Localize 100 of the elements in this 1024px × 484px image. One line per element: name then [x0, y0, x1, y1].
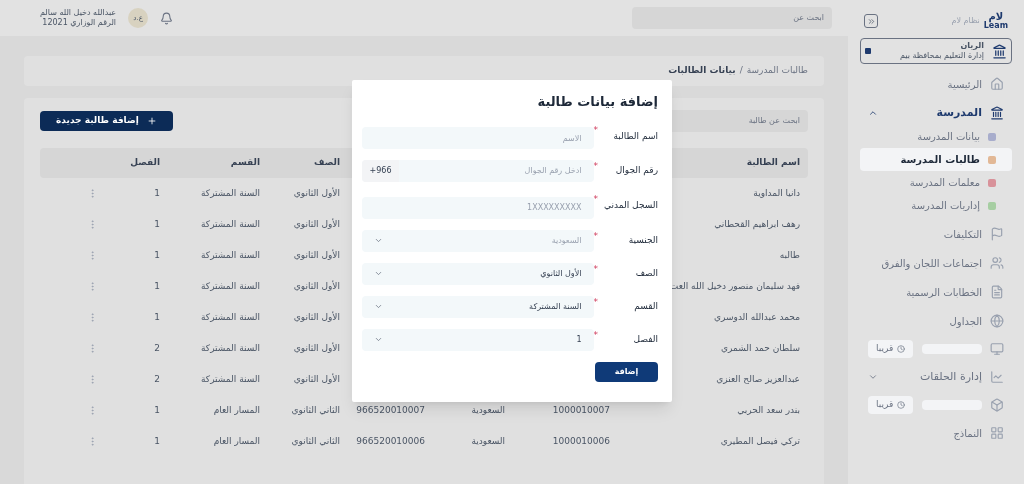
- table-cell: الأول الثانوي: [293, 187, 340, 198]
- search-field[interactable]: ابحث عن: [632, 7, 832, 29]
- column-header: الصف: [313, 157, 340, 168]
- field-label: الجنسية: [627, 233, 658, 247]
- menu-group[interactable]: إدارة الحلقات: [860, 365, 1012, 389]
- table-cell: السنة المشتركة: [201, 373, 260, 384]
- required-mark: *: [593, 262, 598, 276]
- grid-icon: [990, 426, 1004, 440]
- field-label: الفصل: [632, 332, 658, 346]
- table-cell: دانيا المداوية: [753, 187, 800, 198]
- school-name: الريان: [959, 41, 984, 51]
- globe-icon: [990, 314, 1004, 328]
- table-cell: السنة المشتركة: [201, 218, 260, 229]
- chevron-icon: [373, 302, 383, 311]
- select-field[interactable]: 1: [361, 328, 594, 351]
- table-cell: 2: [154, 342, 160, 353]
- table-cell: الثاني الثانوي: [291, 404, 340, 415]
- chevron-icon: [868, 108, 878, 118]
- table-cell: الثاني الثانوي: [291, 435, 340, 446]
- submit-button[interactable]: إضافة: [595, 361, 658, 382]
- chart-icon: [990, 370, 1004, 384]
- breadcrumb-separator: /: [739, 64, 743, 78]
- chevron-icon: [868, 372, 878, 382]
- user-role: الرقم الوزاري 12021: [41, 18, 117, 28]
- table-cell: 2: [154, 373, 160, 384]
- monitor-icon: [990, 342, 1004, 356]
- menu-item[interactable]: الخطابات الرسمية: [860, 280, 1012, 304]
- input-field[interactable]: الاسم: [361, 127, 594, 149]
- field-label: الصف: [634, 266, 658, 280]
- school-card[interactable]: الريان إدارة التعليم بمحافظة بيم: [860, 38, 1012, 64]
- building-icon: [990, 106, 1004, 120]
- country-code: +966: [361, 160, 400, 182]
- breadcrumb-item[interactable]: طالبات المدرسة: [746, 64, 808, 78]
- table-cell: 1: [154, 435, 160, 446]
- table-cell: 1: [154, 187, 160, 198]
- table-cell: 1: [154, 249, 160, 260]
- field-label: السجل المدني: [603, 199, 658, 212]
- required-mark: *: [593, 123, 598, 137]
- field-label: اسم الطالبة: [612, 129, 658, 143]
- table-cell: المسار العام: [213, 404, 260, 415]
- table-cell: السنة المشتركة: [201, 280, 260, 291]
- add-student-button[interactable]: إضافة طالبة جديدة: [40, 111, 173, 131]
- soon-badge: قريبا: [868, 396, 914, 414]
- modal-title: إضافة بيانات طالبة: [536, 93, 658, 111]
- building-icon: [992, 43, 1007, 59]
- table-cell: 1000010006: [552, 435, 610, 446]
- required-mark: *: [593, 328, 598, 342]
- select-field[interactable]: الأول الثانوي: [361, 262, 594, 285]
- school-office: إدارة التعليم بمحافظة بيم: [899, 51, 984, 61]
- user-name: عبدالله دخيل الله سالم: [40, 8, 117, 18]
- bell-icon[interactable]: [160, 11, 174, 25]
- required-mark: *: [593, 229, 598, 243]
- table-cell: 1: [154, 218, 160, 229]
- required-mark: *: [593, 160, 598, 173]
- table-cell: بندر سعد الحربي: [737, 404, 800, 415]
- table-cell: السنة المشتركة: [201, 311, 260, 322]
- table-cell: 966520010006: [356, 435, 425, 446]
- field-placeholder: ادخل رقم الجوال: [523, 165, 583, 177]
- table-cell: الأول الثانوي: [293, 342, 340, 353]
- select-field[interactable]: السعودية: [361, 229, 594, 252]
- menu-item[interactable]: التكليفات: [860, 222, 1012, 246]
- table-cell: السعودية: [471, 435, 505, 446]
- menu-item[interactable]: اجتماعات اللجان والفرق: [860, 251, 1012, 275]
- menu-item[interactable]: الرئيسية: [860, 72, 1012, 96]
- table-cell: سلطان حمد الشمري: [721, 342, 800, 353]
- table-cell: الأول الثانوي: [293, 280, 340, 291]
- required-mark: *: [593, 193, 598, 206]
- table-cell: الأول الثانوي: [293, 249, 340, 260]
- menu-item[interactable]: الجداول: [860, 309, 1012, 333]
- table-cell: طالبه: [779, 249, 800, 260]
- document-icon: [990, 285, 1004, 299]
- plus-icon: [146, 116, 157, 126]
- column-header: القسم: [230, 157, 260, 168]
- collapse-button[interactable]: [864, 14, 878, 28]
- submenu-item[interactable]: معلمات المدرسة: [860, 171, 1012, 194]
- input-field[interactable]: 1XXXXXXXXX: [361, 196, 594, 219]
- menu-item[interactable]: النماذج: [860, 421, 1012, 445]
- table-cell: الأول الثانوي: [293, 218, 340, 229]
- chevron-icon: [373, 236, 383, 245]
- table-cell: رهف ابراهيم القحطاني: [714, 218, 800, 229]
- flag-icon: [990, 227, 1004, 241]
- double-chevron-icon: [866, 16, 876, 26]
- menu-group[interactable]: المدرسة: [860, 101, 1012, 125]
- field-label: رقم الجوال: [614, 164, 658, 178]
- logo-text: Leam: [983, 22, 1008, 30]
- table-cell: عبدالعزيز صالح العنزي: [716, 373, 800, 384]
- chevron-icon: [373, 269, 383, 278]
- submenu-item[interactable]: طالبات المدرسة: [860, 148, 1012, 171]
- submenu-item[interactable]: إداريات المدرسة: [860, 194, 1012, 217]
- table-cell: السنة المشتركة: [201, 187, 260, 198]
- people-icon: [990, 256, 1004, 270]
- table-cell: 1000010007: [552, 404, 610, 415]
- table-cell: الأول الثانوي: [293, 311, 340, 322]
- table-cell: المسار العام: [213, 435, 260, 446]
- submenu-item[interactable]: بيانات المدرسة: [860, 125, 1012, 148]
- home-icon: [990, 77, 1004, 91]
- select-field[interactable]: السنة المشتركة: [361, 295, 594, 318]
- table-cell: السنة المشتركة: [201, 342, 260, 353]
- table-cell: السنة المشتركة: [201, 249, 260, 260]
- table-cell: تركي فيصل المطيري: [720, 435, 800, 446]
